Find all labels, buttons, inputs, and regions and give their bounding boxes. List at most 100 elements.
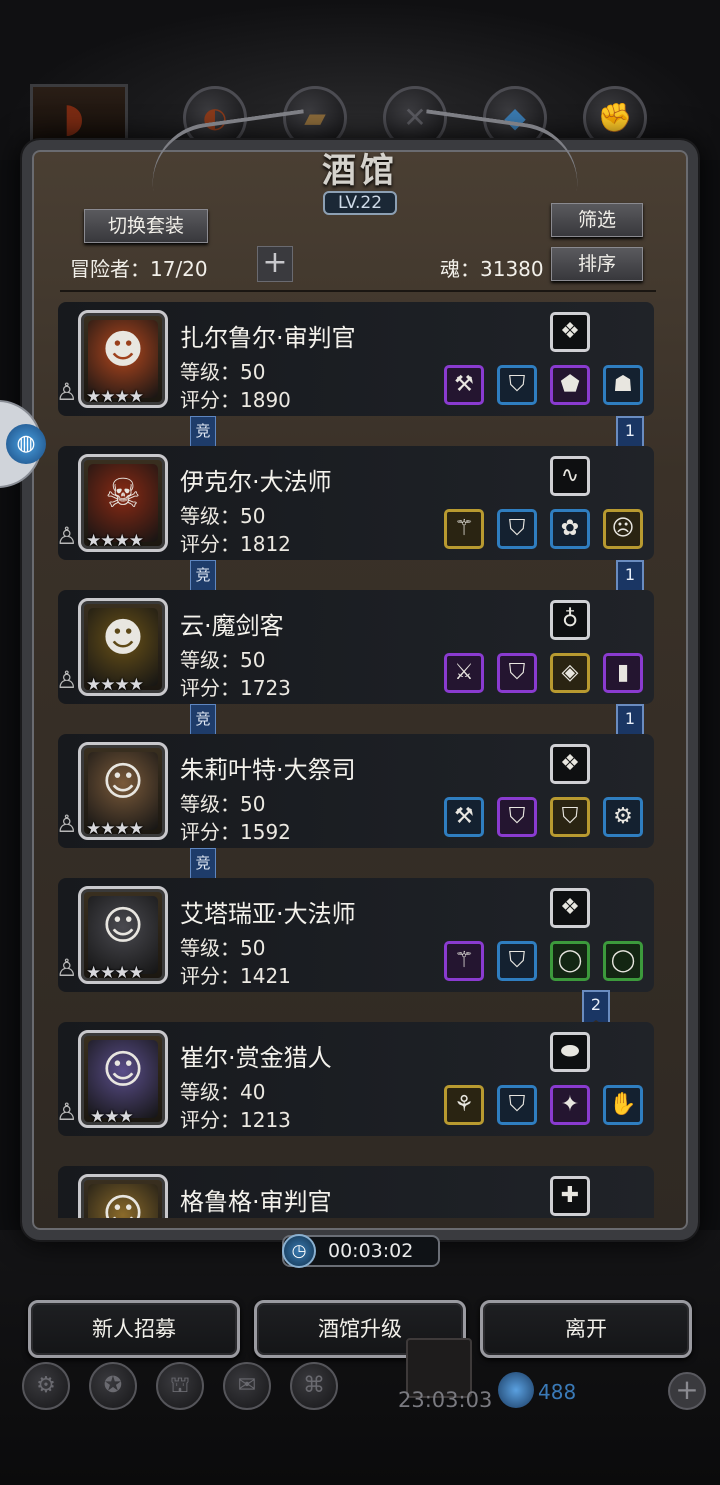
hero-level: 等级：50 [180, 504, 266, 528]
hero-level: 等级：50 [180, 792, 266, 816]
crystal-icon[interactable]: ❖ [550, 312, 590, 352]
hammer-icon[interactable]: ⚒ [444, 797, 484, 837]
soul-count: 魂：31380 [440, 257, 544, 281]
add-gem-icon[interactable]: ✚ [550, 1176, 590, 1216]
armor-icon[interactable]: ⛉ [497, 797, 537, 837]
hero-stars: ★★★★ [86, 963, 144, 983]
necklace-icon[interactable]: ✿ [550, 509, 590, 549]
portrait-icon: ☻ [102, 615, 144, 661]
filter-button[interactable]: 筛选 [551, 203, 643, 237]
hero-level: 等级：50 [180, 648, 266, 672]
gem-icon [498, 1372, 534, 1408]
armor-icon[interactable]: ⛉ [497, 653, 537, 693]
crystal-icon[interactable]: ❖ [550, 744, 590, 784]
switch-outfit-button[interactable]: 切换套装 [84, 209, 208, 243]
mask-icon[interactable]: ☹ [603, 509, 643, 549]
hero-name: 扎尔鲁尔·审判官 [180, 324, 356, 352]
hero-row[interactable]: ♙ ☺ ★★★ 崔尔·赏金猎人 等级：40 评分：1213 ⬬ ⚘ ⛉ ✦ ✋ [56, 1020, 666, 1140]
crystal-icon[interactable]: ❖ [550, 888, 590, 928]
sort-button[interactable]: 排序 [551, 247, 643, 281]
hero-score: 评分：1812 [180, 532, 291, 556]
ring-icon[interactable]: ◯ [603, 941, 643, 981]
hero-row[interactable]: ♙ ☻ ★★★★ 云·魔剑客 等级：50 评分：1723 ♁ ⚔ ⛉ ◈ ▮ 竞 1 [56, 588, 666, 744]
chain-icon[interactable]: ⚙ [603, 797, 643, 837]
staff-icon[interactable]: ⚚ [444, 509, 484, 549]
amulet-icon[interactable]: ✦ [550, 1085, 590, 1125]
portrait-icon: ☺ [102, 903, 144, 949]
hero-score: 评分：1723 [180, 676, 291, 700]
hero-name: 伊克尔·大法师 [180, 468, 332, 496]
panel-title: 酒馆 [322, 151, 398, 191]
hero-level: 等级：40 [180, 1080, 266, 1104]
refresh-timer: ◷ 00:03:02 [282, 1234, 440, 1268]
walking-figure-icon: ♙ [56, 1098, 78, 1126]
leave-button[interactable]: 离开 [480, 1300, 692, 1358]
armor-icon[interactable]: ⛉ [497, 365, 537, 405]
helmet-icon[interactable]: ☗ [603, 365, 643, 405]
stone-icon[interactable]: ⬬ [550, 1032, 590, 1072]
hero-level: 等级：50 [180, 936, 266, 960]
hero-stars: ★★★★ [86, 531, 144, 551]
add-gem-button[interactable]: + [668, 1372, 706, 1410]
chestplate-icon[interactable]: ⛉ [497, 941, 537, 981]
hero-row[interactable]: ☺ 格鲁格·审判官 ✚ [56, 1164, 666, 1218]
hero-name: 云·魔剑客 [180, 612, 284, 640]
shield-icon[interactable]: ⬟ [550, 365, 590, 405]
header-divider [60, 290, 656, 292]
portrait-icon: ☠ [105, 471, 141, 517]
hero-row[interactable]: ♙ ☺ ★★★★ 朱莉叶特·大祭司 等级：50 评分：1592 ❖ ⚒ ⛉ ⛉ ⚙ 竞 [56, 732, 666, 880]
settings-icon[interactable]: ⚙ [22, 1362, 70, 1410]
walking-figure-icon: ♙ [56, 378, 78, 406]
recruit-button[interactable]: 新人招募 [28, 1300, 240, 1358]
tavern-level-badge: LV.22 [323, 191, 397, 215]
hero-level: 等级：50 [180, 360, 266, 384]
robe-icon[interactable]: ⛉ [550, 797, 590, 837]
robe-icon[interactable]: ⛉ [497, 1085, 537, 1125]
gem-count: 488 [538, 1380, 577, 1404]
map-icon[interactable]: ⌘ [290, 1362, 338, 1410]
bracer-icon[interactable]: ▮ [603, 653, 643, 693]
clock-icon: ◷ [282, 1234, 316, 1268]
hero-score: 评分：1592 [180, 820, 291, 844]
hero-row[interactable]: ♙ ☻ ★★★★ 扎尔鲁尔·审判官 等级：50 评分：1890 ❖ ⚒ ⛉ ⬟ ☗ 竞 1 [56, 300, 666, 456]
hero-score: 评分：1890 [180, 388, 291, 412]
hero-stars: ★★★★ [86, 387, 144, 407]
hero-list[interactable]: ♙ ☻ ★★★★ 扎尔鲁尔·审判官 等级：50 评分：1890 ❖ ⚒ ⛉ ⬟ ☗ 竞 1 ♙ ☠ ★★★★ 伊… [56, 300, 666, 1218]
hero-name: 艾塔瑞亚·大法师 [180, 900, 356, 928]
hero-score: 评分：1421 [180, 964, 291, 988]
adventurer-count: 冒险者：17/20 [70, 257, 208, 281]
ring-icon[interactable]: ◯ [550, 941, 590, 981]
gauntlet-tab-icon: ✊ [597, 101, 633, 134]
sword-icon[interactable]: ⚔ [444, 653, 484, 693]
staff-icon[interactable]: ⚚ [444, 941, 484, 981]
portrait-icon: ☺ [102, 1047, 144, 1093]
walking-figure-icon: ♙ [56, 810, 78, 838]
add-slot-button[interactable]: + [257, 246, 293, 282]
hero-name: 朱莉叶特·大祭司 [180, 756, 356, 784]
robe-icon[interactable]: ⛉ [497, 509, 537, 549]
hero-stars: ★★★★ [86, 675, 144, 695]
walking-figure-icon: ♙ [56, 954, 78, 982]
hero-stars: ★★★★ [86, 819, 144, 839]
portrait-icon: ☺ [102, 1191, 144, 1218]
portrait-icon: ☻ [102, 327, 144, 373]
pendant-icon[interactable]: ◈ [550, 653, 590, 693]
hero-score: 评分：1213 [180, 1108, 291, 1132]
hero-row[interactable]: ♙ ☺ ★★★★ 艾塔瑞亚·大法师 等级：50 评分：1421 ❖ ⚚ ⛉ ◯ ◯ 2 [56, 876, 666, 1030]
hammer-icon[interactable]: ⚒ [444, 365, 484, 405]
mail-icon[interactable]: ✉ [223, 1362, 271, 1410]
timer-text: 00:03:02 [328, 1240, 414, 1262]
compass-icon[interactable]: ✪ [89, 1362, 137, 1410]
hero-portrait[interactable]: ☺ [78, 1174, 168, 1218]
amulet-icon[interactable]: ♁ [550, 600, 590, 640]
hero-name: 崔尔·赏金猎人 [180, 1044, 332, 1072]
walking-figure-icon: ♙ [56, 522, 78, 550]
gate-icon[interactable]: ⛫ [156, 1362, 204, 1410]
globe-icon: ◍ [6, 424, 46, 464]
gauntlet-icon[interactable]: ✋ [603, 1085, 643, 1125]
torch-icon[interactable]: ⚘ [444, 1085, 484, 1125]
hero-tab-icon: ◗ [63, 95, 85, 141]
whip-icon[interactable]: ∿ [550, 456, 590, 496]
hero-row[interactable]: ♙ ☠ ★★★★ 伊克尔·大法师 等级：50 评分：1812 ∿ ⚚ ⛉ ✿ ☹ 竞 1 [56, 444, 666, 600]
portrait-icon: ☺ [102, 759, 144, 805]
